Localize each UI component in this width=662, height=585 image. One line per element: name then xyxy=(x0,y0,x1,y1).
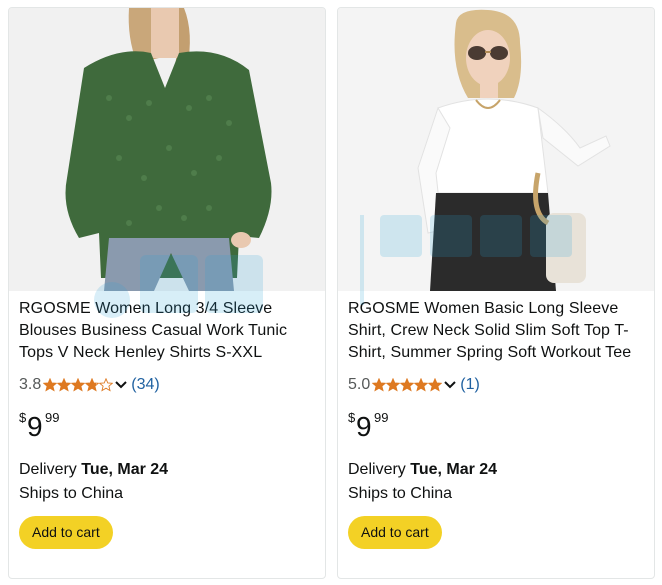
chevron-down-icon[interactable] xyxy=(115,380,127,390)
product-image[interactable] xyxy=(338,8,654,291)
star-icon xyxy=(386,378,401,392)
rating-row: 3.8 (34) xyxy=(19,374,319,396)
rating-value: 3.8 xyxy=(19,376,42,393)
star-icon xyxy=(85,378,100,392)
ships-to: Ships to China xyxy=(348,485,453,502)
product-card[interactable]: RGOSME Women Long 3/4 Sleeve Blouses Bus… xyxy=(8,7,326,579)
star-icon xyxy=(428,378,443,392)
ships-to: Ships to China xyxy=(19,485,124,502)
chevron-down-icon[interactable] xyxy=(444,380,456,390)
star-icon xyxy=(57,378,72,392)
delivery-prefix: Delivery xyxy=(348,461,411,478)
rating-row: 5.0 (1) xyxy=(348,374,648,396)
price-whole: 9 xyxy=(27,411,43,442)
product-title[interactable]: RGOSME Women Basic Long Sleeve Shirt, Cr… xyxy=(348,298,648,364)
star-icon xyxy=(400,378,415,392)
add-to-cart-button[interactable]: Add to cart xyxy=(348,516,442,549)
star-icon xyxy=(99,378,114,392)
delivery-info: Delivery Tue, Mar 24 xyxy=(19,458,319,482)
product-card[interactable]: RGOSME Women Basic Long Sleeve Shirt, Cr… xyxy=(337,7,655,579)
price-symbol: $ xyxy=(19,410,27,425)
rating-value: 5.0 xyxy=(348,376,371,393)
star-icon xyxy=(43,378,58,392)
star-rating-icon[interactable] xyxy=(43,378,114,392)
add-to-cart-button[interactable]: Add to cart xyxy=(19,516,113,549)
review-count-link[interactable]: (34) xyxy=(131,376,159,394)
price-fraction: 99 xyxy=(374,410,389,425)
price-fraction: 99 xyxy=(45,410,60,425)
delivery-info: Delivery Tue, Mar 24 xyxy=(348,458,648,482)
price: $ 9 99 xyxy=(19,408,319,448)
star-icon xyxy=(414,378,429,392)
delivery-prefix: Delivery xyxy=(19,461,82,478)
star-icon xyxy=(372,378,387,392)
product-title[interactable]: RGOSME Women Long 3/4 Sleeve Blouses Bus… xyxy=(19,298,319,364)
price: $ 9 99 xyxy=(348,408,648,448)
review-count-link[interactable]: (1) xyxy=(460,376,480,394)
price-whole: 9 xyxy=(356,411,372,442)
star-icon xyxy=(71,378,86,392)
product-image[interactable] xyxy=(9,8,325,291)
delivery-date: Tue, Mar 24 xyxy=(410,461,498,478)
price-symbol: $ xyxy=(348,410,356,425)
star-rating-icon[interactable] xyxy=(372,378,443,392)
delivery-date: Tue, Mar 24 xyxy=(81,461,169,478)
